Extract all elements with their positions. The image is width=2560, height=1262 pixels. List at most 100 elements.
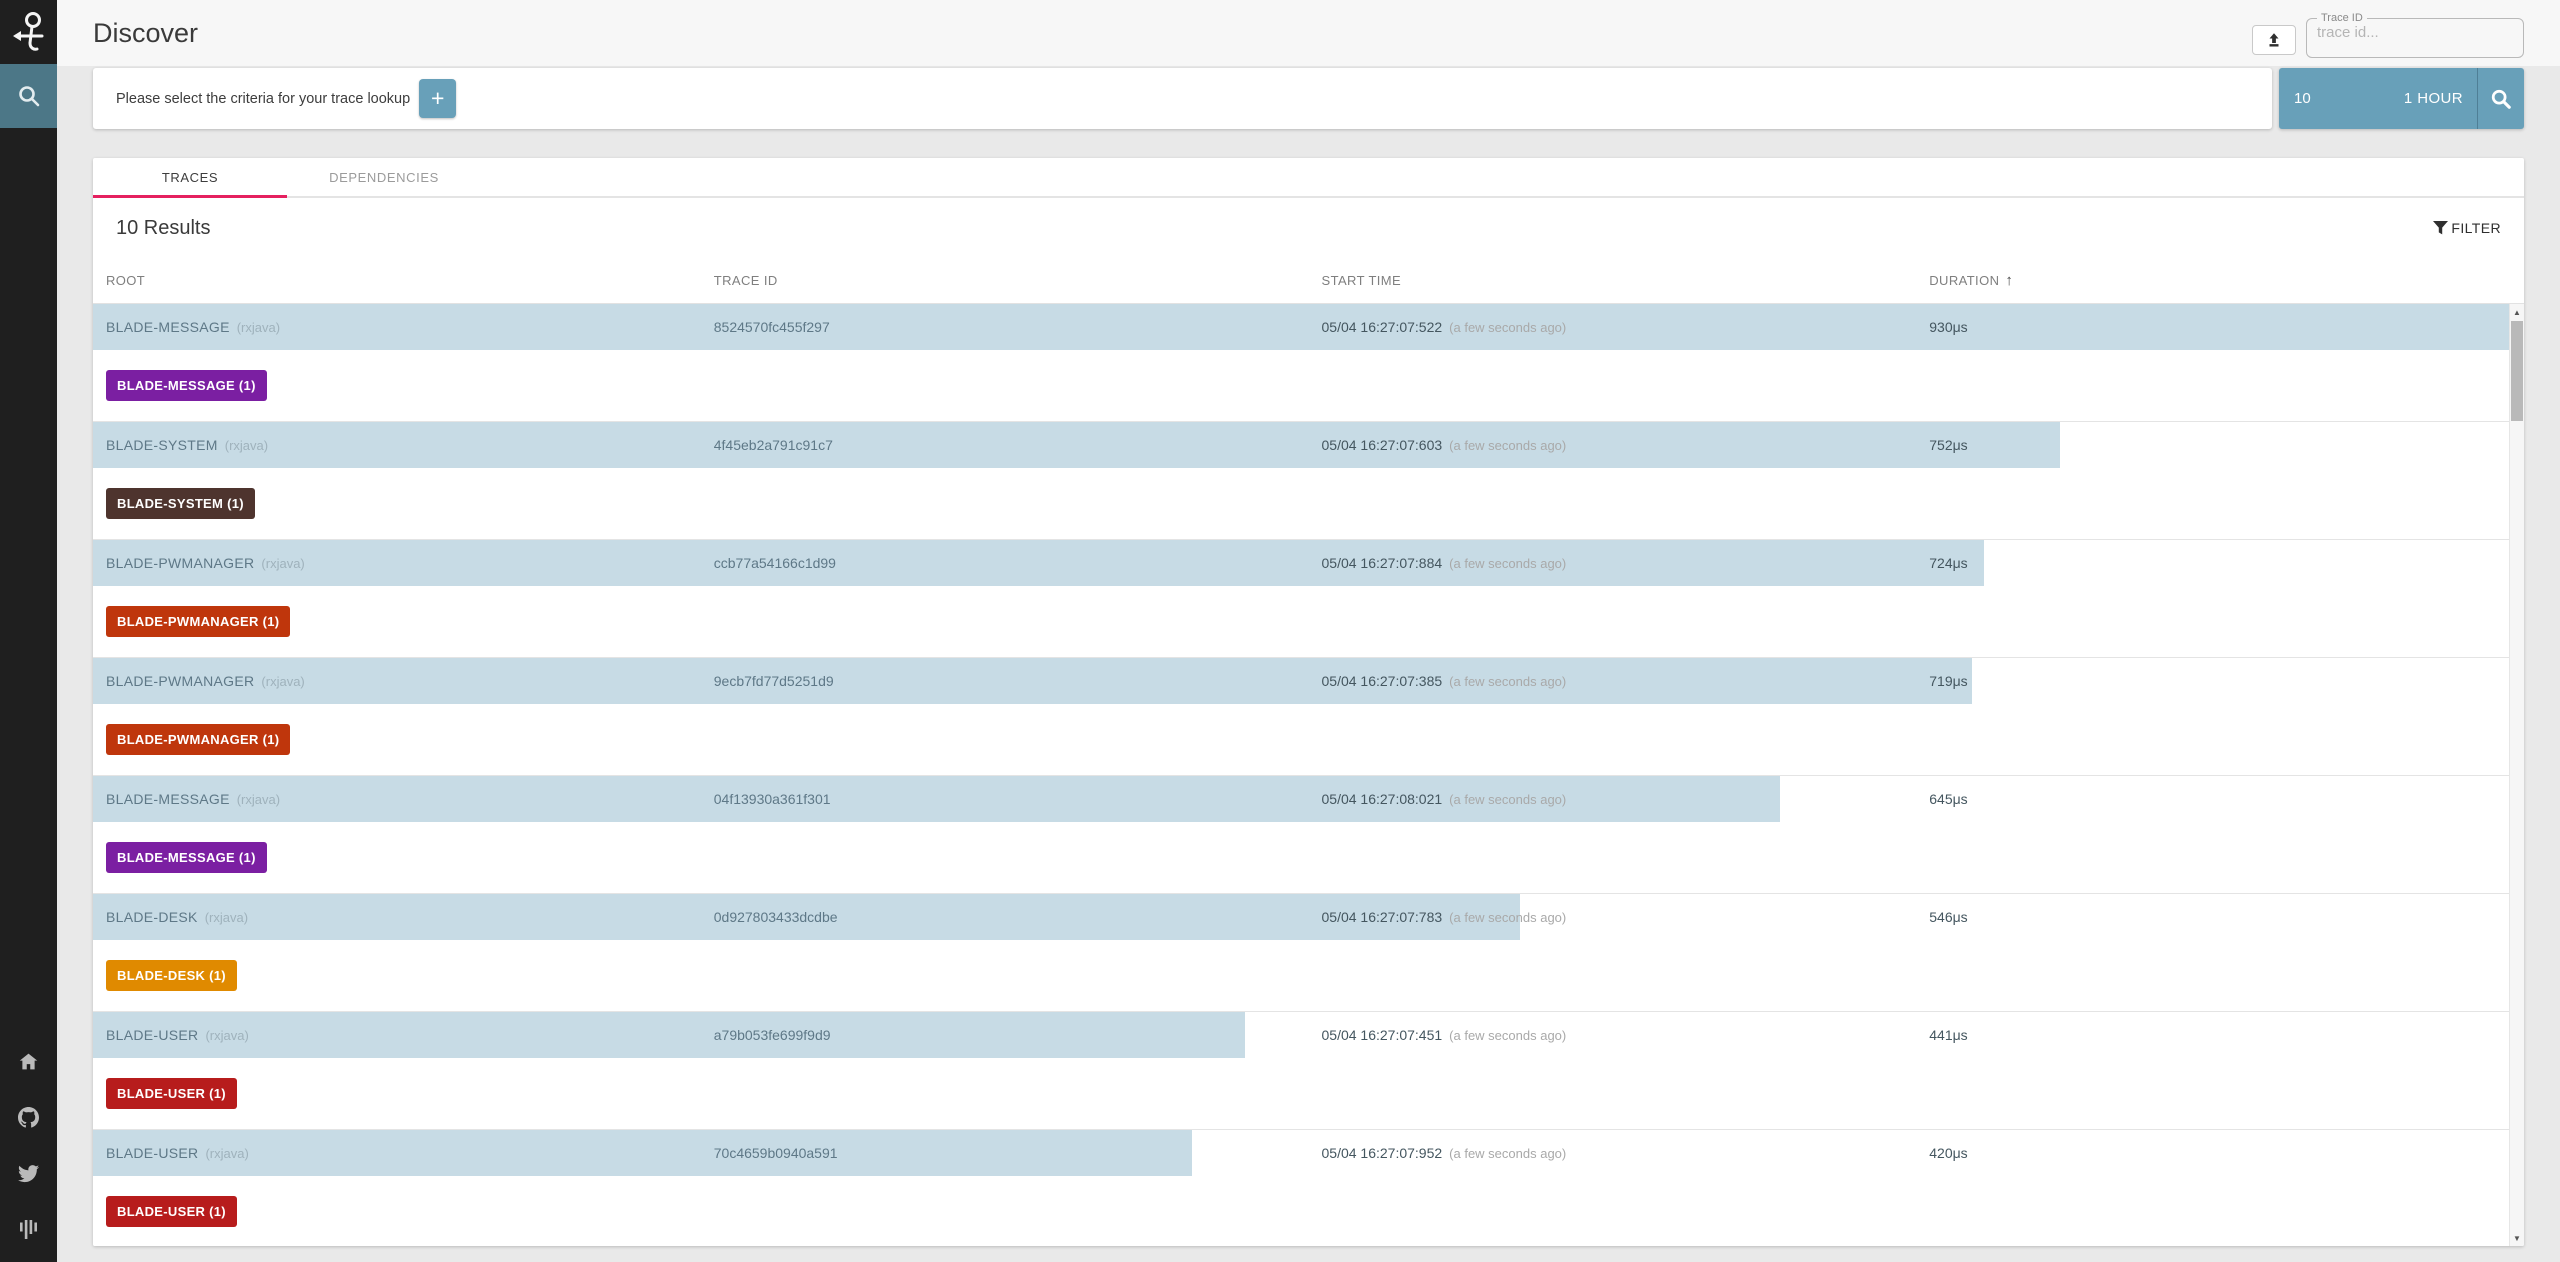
badge-row: BLADE-PWMANAGER (1)	[93, 704, 2524, 776]
github-icon[interactable]	[18, 1106, 40, 1128]
root-cell: BLADE-SYSTEM (rxjava)	[93, 437, 701, 453]
trace-list: BLADE-MESSAGE (rxjava) 8524570fc455f297 0…	[93, 304, 2524, 1246]
relative-time: (a few seconds ago)	[1449, 910, 1566, 925]
results-card: TRACES DEPENDENCIES 10 Results FILTER RO…	[93, 158, 2524, 1246]
start-time-cell: 05/04 16:27:07:603 (a few seconds ago)	[1309, 437, 1917, 453]
trace-row[interactable]: BLADE-USER(rxjava) a79b053fe699f9d9 05/0…	[93, 1012, 2524, 1058]
result-item: BLADE-USER(rxjava) a79b053fe699f9d9 05/0…	[93, 1012, 2524, 1130]
scroll-down-icon[interactable]: ▼	[2510, 1230, 2524, 1246]
trace-id: 70c4659b0940a591	[701, 1145, 1309, 1161]
instrumentation-label: (rxjava)	[205, 1028, 248, 1043]
trace-criteria-card[interactable]: Please select the criteria for your trac…	[93, 68, 2272, 129]
badge-row: BLADE-PWMANAGER (1)	[93, 586, 2524, 658]
trace-row[interactable]: BLADE-PWMANAGER(rxjava) ccb77a54166c1d99…	[93, 540, 2524, 586]
column-root[interactable]: ROOT	[93, 273, 701, 288]
result-item: BLADE-MESSAGE(rxjava) 04f13930a361f301 0…	[93, 776, 2524, 894]
service-badge[interactable]: BLADE-SYSTEM (1)	[106, 488, 255, 519]
start-time-cell: 05/04 16:27:07:451 (a few seconds ago)	[1309, 1027, 1917, 1043]
service-badge[interactable]: BLADE-MESSAGE (1)	[106, 842, 267, 873]
trace-id: 0d927803433dcdbe	[701, 909, 1309, 925]
sidebar-item-search[interactable]	[0, 64, 57, 128]
filter-button[interactable]: FILTER	[2433, 220, 2501, 236]
trace-id: 9ecb7fd77d5251d9	[701, 673, 1309, 689]
search-submit-icon	[2490, 88, 2512, 110]
home-icon[interactable]	[18, 1050, 40, 1072]
service-badge[interactable]: BLADE-PWMANAGER (1)	[106, 724, 290, 755]
result-limit-select[interactable]: 10	[2279, 68, 2351, 129]
service-name: BLADE-PWMANAGER	[106, 673, 254, 689]
trace-row[interactable]: BLADE-MESSAGE(rxjava) 8524570fc455f297 0…	[93, 304, 2524, 350]
relative-time: (a few seconds ago)	[1449, 792, 1566, 807]
start-time: 05/04 16:27:07:952	[1322, 1145, 1443, 1161]
add-criteria-button[interactable]: +	[419, 79, 456, 118]
trace-id-input[interactable]	[2317, 24, 2513, 41]
page-header: Discover Trace ID	[57, 0, 2560, 66]
search-row: Please select the criteria for your trac…	[93, 68, 2524, 129]
badge-row: BLADE-SYSTEM (1)	[93, 468, 2524, 540]
relative-time: (a few seconds ago)	[1449, 556, 1566, 571]
start-time: 05/04 16:27:07:884	[1322, 555, 1443, 571]
sidebar	[0, 0, 57, 1262]
service-name: BLADE-USER	[106, 1027, 198, 1043]
trace-id-label: Trace ID	[2317, 12, 2367, 24]
tab-dependencies[interactable]: DEPENDENCIES	[287, 158, 481, 196]
badge-row: BLADE-USER (1)	[93, 1176, 2524, 1246]
results-count: 10 Results	[116, 217, 211, 240]
instrumentation-label: (rxjava)	[225, 438, 268, 453]
result-item: BLADE-SYSTEM (rxjava) 4f45eb2a791c91c7 05…	[93, 422, 2524, 540]
service-name: BLADE-SYSTEM	[106, 437, 218, 453]
service-badge[interactable]: BLADE-MESSAGE (1)	[106, 370, 267, 401]
column-duration[interactable]: DURATION↑	[1916, 272, 2524, 289]
service-name: BLADE-MESSAGE	[106, 791, 230, 807]
column-start-time[interactable]: START TIME	[1309, 273, 1917, 288]
upload-trace-button[interactable]	[2252, 25, 2296, 55]
duration-value: 645μs	[1916, 791, 2524, 807]
tab-bar: TRACES DEPENDENCIES	[93, 158, 2524, 198]
column-trace-id[interactable]: TRACE ID	[701, 273, 1309, 288]
root-cell: BLADE-PWMANAGER (rxjava)	[93, 673, 701, 689]
trace-id: 8524570fc455f297	[701, 319, 1309, 335]
service-badge[interactable]: BLADE-DESK (1)	[106, 960, 237, 991]
scroll-up-icon[interactable]: ▲	[2510, 304, 2524, 320]
tab-traces[interactable]: TRACES	[93, 158, 287, 196]
zipkin-logo[interactable]	[0, 0, 57, 64]
relative-time: (a few seconds ago)	[1449, 438, 1566, 453]
instrumentation-label: (rxjava)	[261, 556, 304, 571]
instrumentation-label: (rxjava)	[261, 674, 304, 689]
service-badge[interactable]: BLADE-USER (1)	[106, 1196, 237, 1227]
trace-row[interactable]: BLADE-DESK(rxjava) 0d927803433dcdbe 05/0…	[93, 894, 2524, 940]
relative-time: (a few seconds ago)	[1449, 674, 1566, 689]
trace-row[interactable]: BLADE-USER (rxjava) 70c4659b0940a591 05/0…	[93, 1130, 2524, 1176]
badge-row: BLADE-MESSAGE (1)	[93, 822, 2524, 894]
scrollbar-thumb[interactable]	[2511, 321, 2523, 421]
service-name: BLADE-USER	[106, 1145, 198, 1161]
gitter-icon[interactable]	[18, 1218, 40, 1240]
trace-id: 4f45eb2a791c91c7	[701, 437, 1309, 453]
result-item: BLADE-PWMANAGER (rxjava) 9ecb7fd77d5251d9…	[93, 658, 2524, 776]
instrumentation-label: (rxjava)	[205, 1146, 248, 1161]
search-button[interactable]	[2478, 68, 2524, 129]
instrumentation-label: (rxjava)	[237, 792, 280, 807]
service-badge[interactable]: BLADE-USER (1)	[106, 1078, 237, 1109]
start-time: 05/04 16:27:07:451	[1322, 1027, 1443, 1043]
sidebar-footer	[0, 1050, 57, 1240]
start-time: 05/04 16:27:08:021	[1322, 791, 1443, 807]
start-time: 05/04 16:27:07:522	[1322, 319, 1443, 335]
trace-row[interactable]: BLADE-SYSTEM (rxjava) 4f45eb2a791c91c7 05…	[93, 422, 2524, 468]
trace-row[interactable]: BLADE-MESSAGE(rxjava) 04f13930a361f301 0…	[93, 776, 2524, 822]
trace-row[interactable]: BLADE-PWMANAGER (rxjava) 9ecb7fd77d5251d9…	[93, 658, 2524, 704]
results-bar: 10 Results FILTER	[93, 198, 2524, 258]
duration-value: 719μs	[1916, 673, 2524, 689]
service-badge[interactable]: BLADE-PWMANAGER (1)	[106, 606, 290, 637]
relative-time: (a few seconds ago)	[1449, 1028, 1566, 1043]
lookback-select[interactable]: 1 HOUR	[2351, 68, 2477, 129]
upload-icon	[2265, 31, 2283, 49]
start-time: 05/04 16:27:07:603	[1322, 437, 1443, 453]
relative-time: (a few seconds ago)	[1449, 1146, 1566, 1161]
table-header: ROOT TRACE ID START TIME DURATION↑	[93, 258, 2524, 304]
badge-row: BLADE-DESK (1)	[93, 940, 2524, 1012]
start-time-cell: 05/04 16:27:07:522(a few seconds ago)	[1309, 319, 1917, 335]
vertical-scrollbar[interactable]: ▲ ▼	[2509, 304, 2524, 1246]
twitter-icon[interactable]	[18, 1162, 40, 1184]
duration-value: 420μs	[1916, 1145, 2524, 1161]
